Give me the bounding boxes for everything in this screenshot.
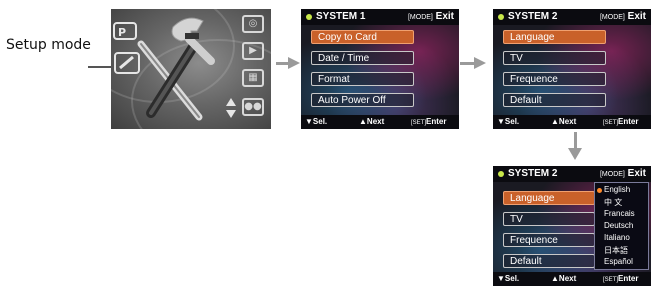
mode-key-label: [MODE] [407,14,433,21]
screen-title: SYSTEM 2 [508,11,558,22]
select-hint: ▼Sel. [305,117,328,126]
language-list: English 中 文 Francais Deutsch Italiano 日本… [594,182,649,270]
screen-header: SYSTEM 2 [MODE] Exit [493,166,651,182]
menu-item-default[interactable]: Default [503,93,606,107]
screen-title: SYSTEM 2 [508,168,558,179]
screen-footer: ▼Sel. ▲Next [SET] Enter [301,115,459,129]
menu-item-frequence[interactable]: Frequence [503,233,595,247]
exit-button[interactable]: [MODE] Exit [408,11,454,22]
language-option-english[interactable]: English [604,185,630,194]
language-option-italiano[interactable]: Italiano [604,233,630,242]
menu-item-tv[interactable]: TV [503,212,595,226]
screen-header: SYSTEM 1 [MODE] Exit [301,9,459,25]
enter-hint: [SET] Enter [603,272,638,286]
up-down-icon[interactable] [225,97,237,119]
next-hint: ▲Next [359,117,385,126]
svg-text:P: P [118,26,126,39]
mode-key-label: [MODE] [599,171,625,178]
exit-label: Exit [627,11,646,22]
mode-key-label: [MODE] [599,14,625,21]
enter-hint: [SET] Enter [603,115,638,129]
language-option-chinese[interactable]: 中 文 [604,197,622,208]
system2-language-screen: SYSTEM 2 [MODE] Exit Language TV Frequen… [493,166,651,286]
select-hint: ▼Sel. [497,117,520,126]
enter-label: Enter [426,117,447,126]
system1-screen: SYSTEM 1 [MODE] Exit Copy to Card Date /… [301,9,459,129]
selected-language-dot-icon [597,188,602,193]
mode-selection-panel: P ◎ ▶ ▦ ●● [111,9,271,129]
language-option-espanol[interactable]: Español [604,257,633,266]
language-option-japanese[interactable]: 日本語 [604,245,628,256]
system2-screen: SYSTEM 2 [MODE] Exit Language TV Frequen… [493,9,651,129]
next-hint: ▲Next [551,117,577,126]
menu-item-language[interactable]: Language [503,191,595,205]
screen-title: SYSTEM 1 [316,11,366,22]
screen-footer: ▼Sel. ▲Next [SET] Enter [493,115,651,129]
menu-item-frequence[interactable]: Frequence [503,72,606,86]
enter-hint: [SET] Enter [411,115,446,129]
menu-item-copy-to-card[interactable]: Copy to Card [311,30,414,44]
status-dot-icon [306,14,312,20]
setup-mode-label: Setup mode [6,37,91,53]
status-dot-icon [498,171,504,177]
menu-item-language[interactable]: Language [503,30,606,44]
camera-icon[interactable]: ◎ [242,15,264,33]
enter-label: Enter [618,274,639,283]
next-hint: ▲Next [551,274,577,283]
screen-footer: ▼Sel. ▲Next [SET] Enter [493,272,651,286]
status-dot-icon [498,14,504,20]
exit-button[interactable]: [MODE] Exit [600,168,646,179]
language-option-deutsch[interactable]: Deutsch [604,221,633,230]
menu-item-auto-power-off[interactable]: Auto Power Off [311,93,414,107]
photo-icon[interactable]: ▦ [242,69,264,87]
set-key-label: [SET] [603,277,619,283]
exit-label: Exit [435,11,454,22]
menu-item-default[interactable]: Default [503,254,595,268]
menu-item-format[interactable]: Format [311,72,414,86]
select-hint: ▼Sel. [497,274,520,283]
menu-item-date-time[interactable]: Date / Time [311,51,414,65]
exit-label: Exit [627,168,646,179]
exit-button[interactable]: [MODE] Exit [600,11,646,22]
enter-label: Enter [618,117,639,126]
language-option-francais[interactable]: Francais [604,209,635,218]
screen-header: SYSTEM 2 [MODE] Exit [493,9,651,25]
menu-item-tv[interactable]: TV [503,51,606,65]
video-icon[interactable]: ●● [242,98,264,116]
set-key-label: [SET] [411,120,427,126]
set-key-label: [SET] [603,120,619,126]
playback-icon[interactable]: ▶ [242,42,264,60]
